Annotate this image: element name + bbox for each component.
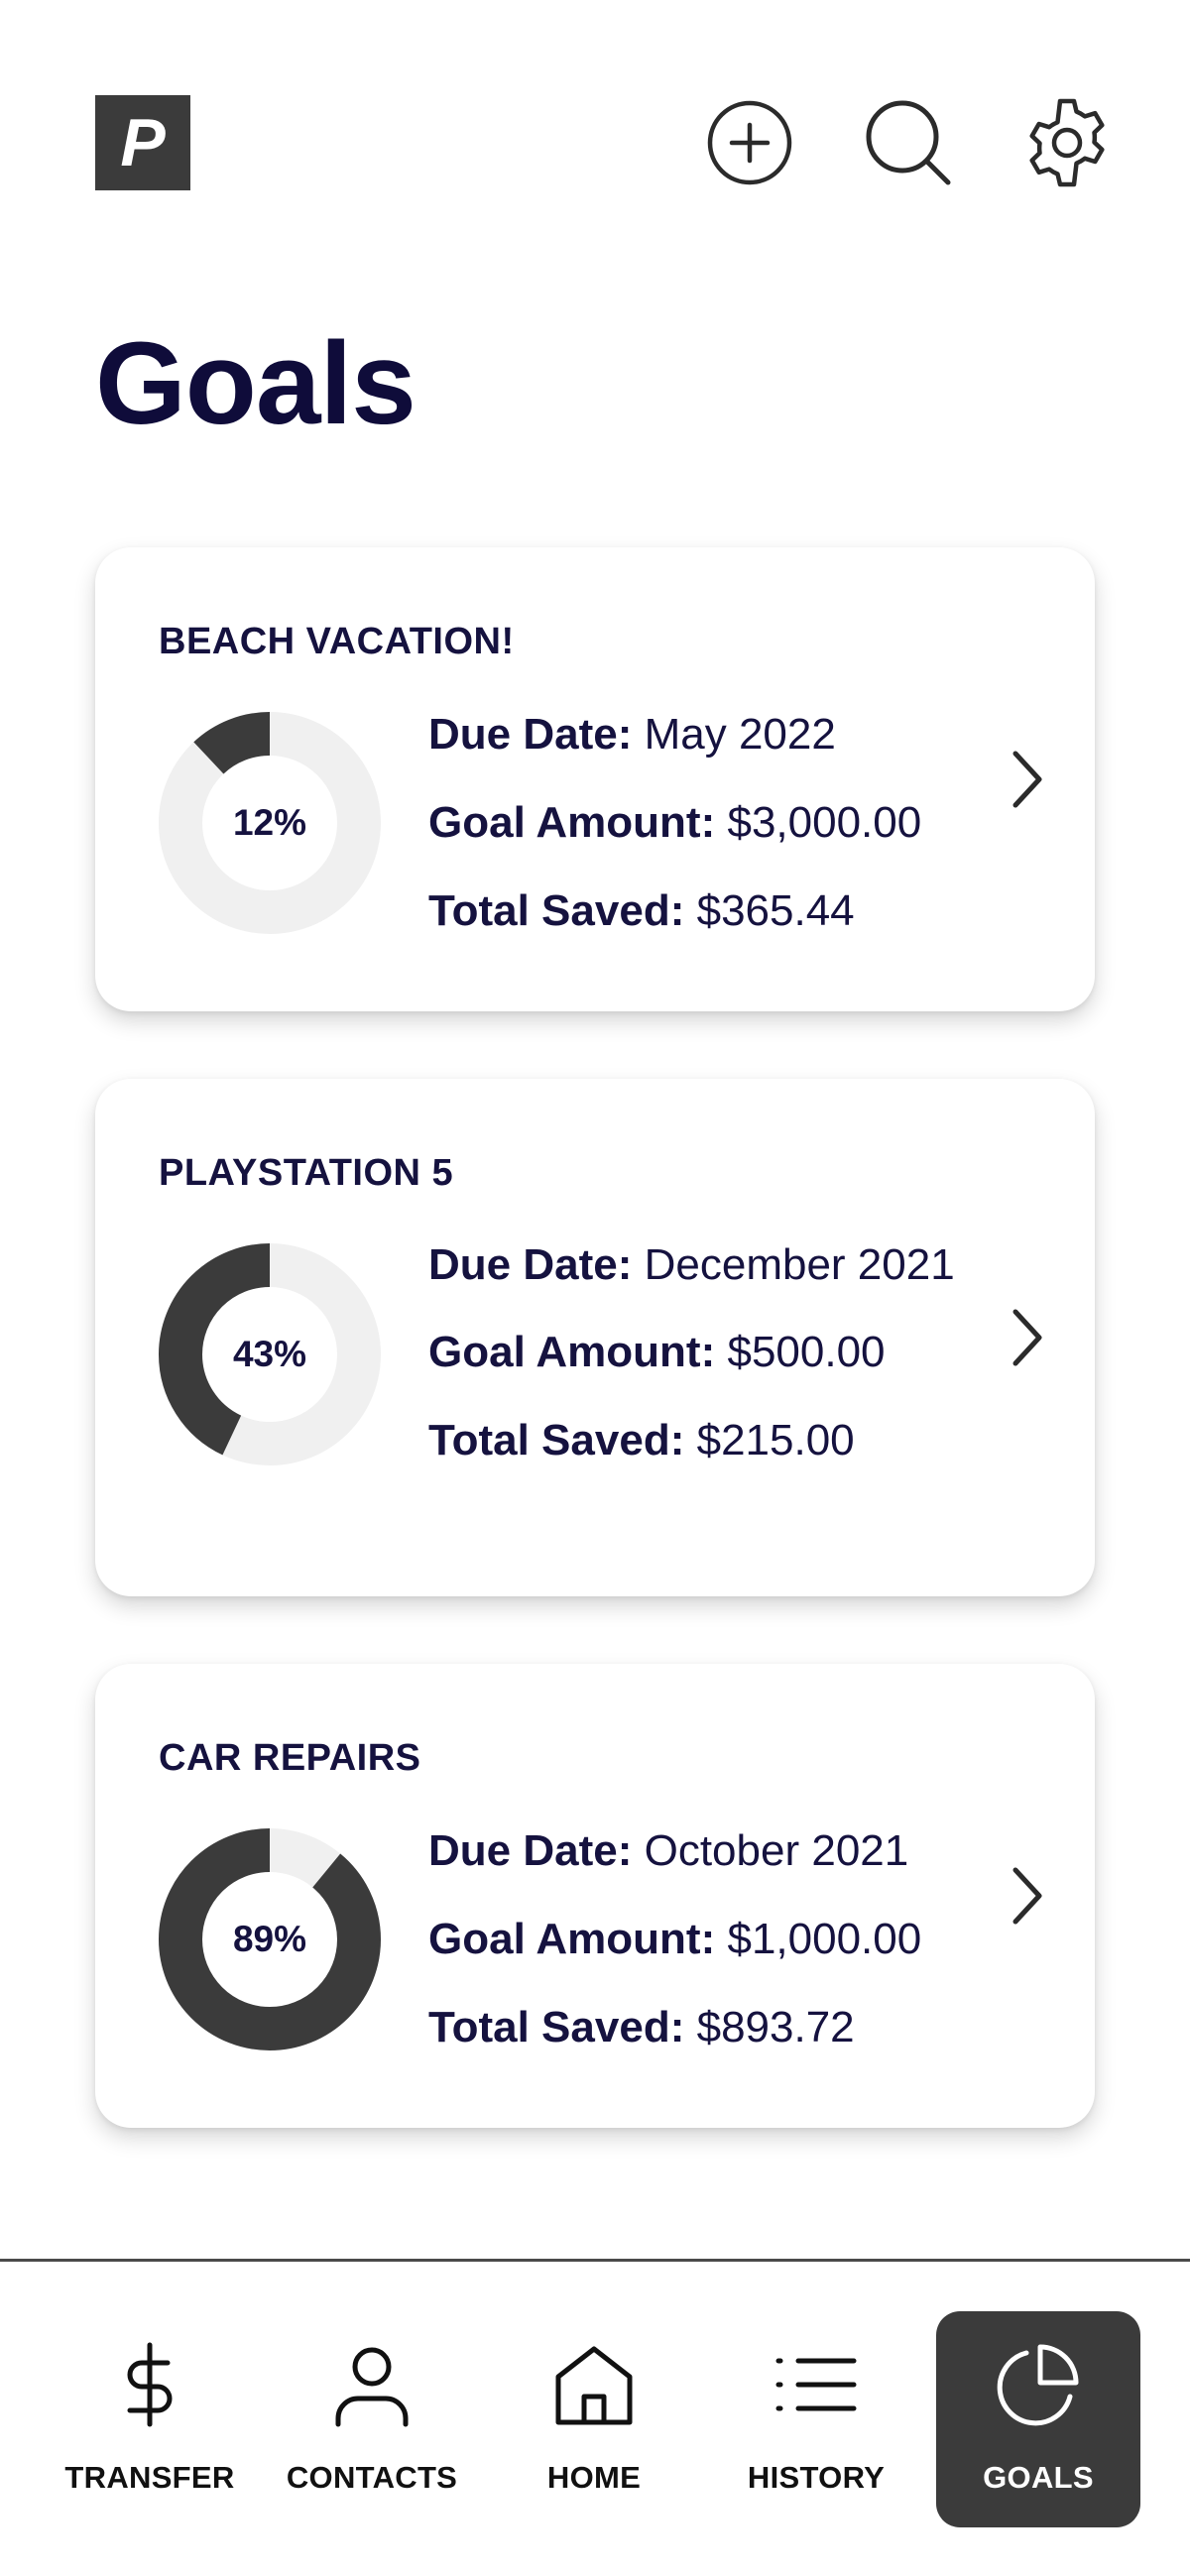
due-date-row: Due Date: December 2021 xyxy=(428,1237,984,1293)
chevron-right-icon[interactable] xyxy=(996,1298,1055,1377)
total-saved-row: Total Saved: $215.00 xyxy=(428,1412,984,1469)
due-date-label: Due Date: xyxy=(428,710,633,759)
nav-label: TRANSFER xyxy=(64,2460,235,2495)
home-icon xyxy=(555,2346,633,2425)
top-bar: P xyxy=(0,0,1190,238)
progress-percent: 89% xyxy=(232,1919,307,1959)
goal-amount-label: Goal Amount: xyxy=(428,798,716,847)
nav-label: HISTORY xyxy=(747,2460,886,2495)
nav-label: HOME xyxy=(546,2460,642,2495)
nav-item-transfer[interactable]: TRANSFER xyxy=(48,2311,252,2527)
goal-name: BEACH VACATION! xyxy=(159,621,515,662)
goal-amount-label: Goal Amount: xyxy=(428,1328,716,1376)
page-title: Goals xyxy=(95,318,416,449)
due-date-value: October 2021 xyxy=(644,1826,909,1875)
due-date-value: May 2022 xyxy=(644,710,836,759)
due-date-row: Due Date: May 2022 xyxy=(428,706,984,763)
nav-item-home[interactable]: HOME xyxy=(492,2311,696,2527)
goals-screen: P Goals BEACH VACATION! 12% Due Date: Ma… xyxy=(0,0,1190,2576)
progress-ring: 43% xyxy=(159,1243,381,1465)
due-date-label: Due Date: xyxy=(428,1826,633,1875)
goal-details: Due Date: May 2022 Goal Amount: $3,000.0… xyxy=(428,706,984,971)
dollar-icon xyxy=(127,2342,173,2427)
list-icon xyxy=(775,2358,857,2411)
goal-details: Due Date: December 2021 Goal Amount: $50… xyxy=(428,1237,984,1500)
nav-label: GOALS xyxy=(983,2460,1094,2495)
goal-name: PLAYSTATION 5 xyxy=(159,1152,454,1194)
goal-amount-row: Goal Amount: $500.00 xyxy=(428,1324,984,1381)
nav-item-contacts[interactable]: CONTACTS xyxy=(270,2311,474,2527)
add-circle-icon[interactable] xyxy=(702,95,797,190)
logo-letter: P xyxy=(120,105,166,180)
nav-item-goals[interactable]: GOALS xyxy=(936,2311,1140,2527)
total-saved-label: Total Saved: xyxy=(428,1416,685,1464)
goal-amount-value: $1,000.00 xyxy=(727,1915,922,1963)
total-saved-row: Total Saved: $365.44 xyxy=(428,882,984,940)
search-icon[interactable] xyxy=(861,95,956,190)
goal-card[interactable]: BEACH VACATION! 12% Due Date: May 2022 G… xyxy=(95,547,1095,1011)
progress-ring: 89% xyxy=(159,1828,381,2050)
total-saved-row: Total Saved: $893.72 xyxy=(428,1999,984,2056)
goal-amount-value: $500.00 xyxy=(727,1328,886,1376)
due-date-row: Due Date: October 2021 xyxy=(428,1822,984,1880)
nav-item-history[interactable]: HISTORY xyxy=(714,2311,918,2527)
goal-card[interactable]: PLAYSTATION 5 43% Due Date: December 202… xyxy=(95,1079,1095,1596)
chevron-right-icon[interactable] xyxy=(996,740,1055,819)
goal-details: Due Date: October 2021 Goal Amount: $1,0… xyxy=(428,1822,984,2087)
progress-percent: 43% xyxy=(232,1334,307,1374)
goal-amount-row: Goal Amount: $1,000.00 xyxy=(428,1911,984,1968)
total-saved-value: $215.00 xyxy=(696,1416,855,1464)
nav-label: CONTACTS xyxy=(286,2460,458,2495)
total-saved-label: Total Saved: xyxy=(428,2003,685,2051)
bottom-nav: TRANSFER CONTACTS HOME HISTORY GOALS xyxy=(0,2262,1190,2576)
person-icon xyxy=(335,2347,409,2427)
progress-ring: 12% xyxy=(159,712,381,934)
goal-amount-value: $3,000.00 xyxy=(727,798,922,847)
total-saved-label: Total Saved: xyxy=(428,886,685,935)
goal-card[interactable]: CAR REPAIRS 89% Due Date: October 2021 G… xyxy=(95,1664,1095,2128)
progress-percent: 12% xyxy=(232,802,307,843)
due-date-value: December 2021 xyxy=(644,1240,955,1289)
total-saved-value: $893.72 xyxy=(696,2003,855,2051)
goal-amount-label: Goal Amount: xyxy=(428,1915,716,1963)
total-saved-value: $365.44 xyxy=(696,886,855,935)
gear-icon[interactable] xyxy=(1019,95,1115,190)
goal-name: CAR REPAIRS xyxy=(159,1737,421,1779)
app-logo[interactable]: P xyxy=(95,95,190,190)
due-date-label: Due Date: xyxy=(428,1240,633,1289)
goal-amount-row: Goal Amount: $3,000.00 xyxy=(428,794,984,852)
chevron-right-icon[interactable] xyxy=(996,1856,1055,1935)
pie-chart-icon xyxy=(997,2344,1079,2426)
